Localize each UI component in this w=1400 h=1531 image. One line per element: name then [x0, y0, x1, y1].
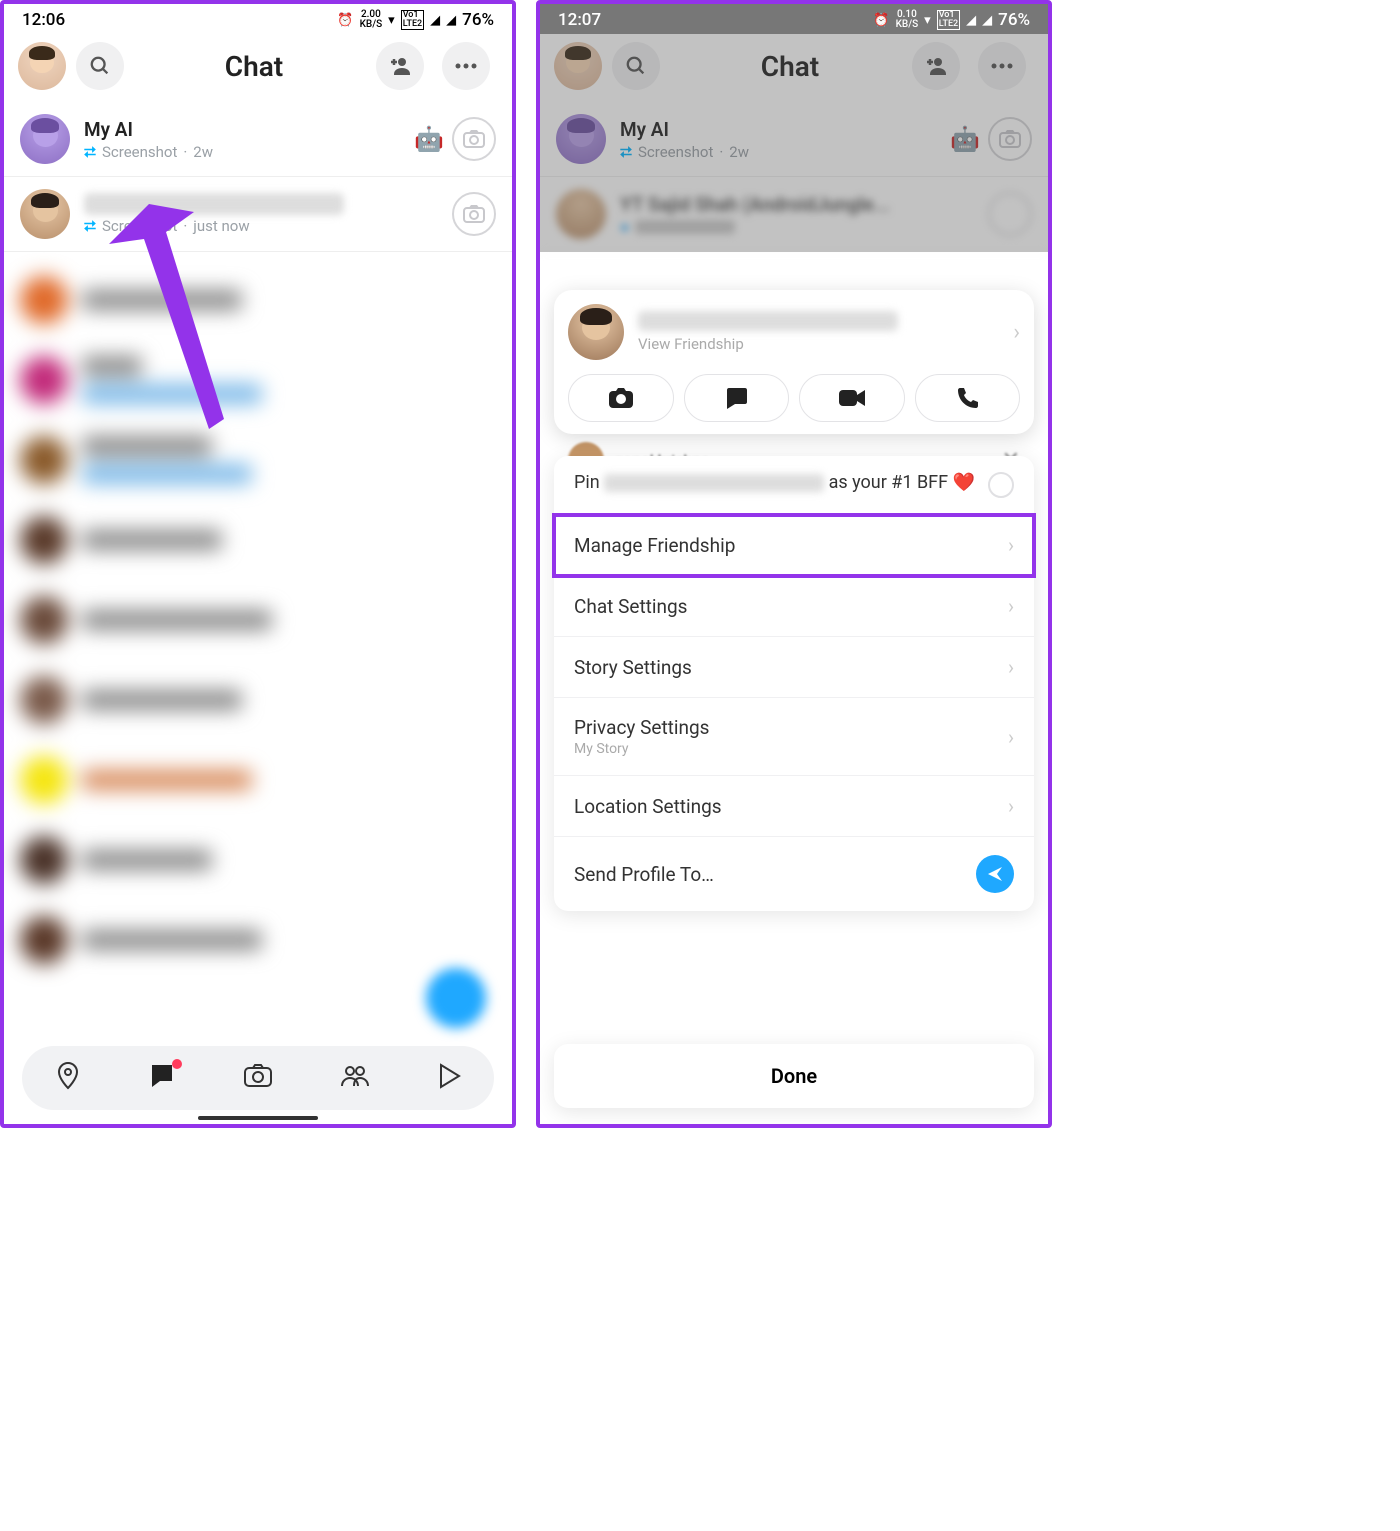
annotation-arrow — [94, 194, 254, 444]
chat-button[interactable] — [684, 374, 790, 422]
spotlight-tab[interactable] — [437, 1063, 461, 1093]
chat-header: Chat — [4, 34, 512, 102]
compose-button[interactable] — [426, 968, 486, 1028]
pin-bff-row[interactable]: Pin as your #1 BFF ❤️ — [554, 456, 1034, 515]
play-icon — [437, 1063, 461, 1089]
privacy-settings-row[interactable]: Privacy Settings My Story › — [554, 698, 1034, 776]
signal-icon-2: ◢ — [982, 13, 992, 28]
video-call-button[interactable] — [799, 374, 905, 422]
signal-icon: ◢ — [430, 13, 440, 28]
camera-icon — [462, 129, 486, 149]
chat-settings-row[interactable]: Chat Settings › — [554, 576, 1034, 637]
screenshot-icon: ⮂ — [84, 143, 96, 161]
chevron-right-icon: › — [1008, 594, 1014, 618]
status-bar: 12:06 ⏰ 2.00KB/S ▾ Vo1LTE2 ◢ ◢ 76% — [4, 4, 512, 34]
location-settings-row[interactable]: Location Settings › — [554, 776, 1034, 837]
pin-radio[interactable] — [988, 472, 1014, 498]
profile-avatar-button[interactable] — [18, 42, 66, 90]
chat-avatar — [20, 114, 70, 164]
battery-percent: 76% — [462, 10, 494, 30]
alarm-icon: ⏰ — [873, 13, 889, 28]
blurred-chat-list — [4, 252, 512, 988]
phone-icon — [955, 386, 979, 410]
data-speed: 0.10KB/S — [896, 10, 919, 30]
signal-icon: ◢ — [966, 13, 976, 28]
profile-card: View Friendship › — [554, 290, 1034, 434]
privacy-sub: My Story — [574, 741, 709, 757]
search-icon — [89, 55, 111, 77]
volte-icon: Vo1LTE2 — [401, 10, 424, 30]
view-friendship-label: View Friendship — [638, 335, 1013, 353]
right-phone: 12:07 ⏰ 0.10KB/S ▾ Vo1LTE2 ◢ ◢ 76% Chat — [536, 0, 1052, 1128]
friend-name-redacted — [638, 311, 898, 331]
battery-percent: 76% — [998, 10, 1030, 30]
bottom-nav — [22, 1046, 494, 1110]
chat-avatar — [20, 189, 70, 239]
alarm-icon: ⏰ — [337, 13, 353, 28]
video-icon — [837, 388, 867, 408]
wifi-icon: ▾ — [388, 13, 395, 28]
done-button[interactable]: Done — [554, 1044, 1034, 1108]
voice-call-button[interactable] — [915, 374, 1021, 422]
signal-icon-2: ◢ — [446, 13, 456, 28]
chat-name: My AI — [84, 118, 414, 141]
status-time: 12:06 — [22, 10, 65, 30]
search-button[interactable] — [76, 42, 124, 90]
manage-friendship-row[interactable]: Manage Friendship › — [554, 515, 1034, 576]
snap-button[interactable] — [568, 374, 674, 422]
add-friend-button[interactable] — [376, 42, 424, 90]
gesture-handle — [198, 1116, 318, 1120]
volte-icon: Vo1LTE2 — [937, 10, 960, 30]
chevron-right-icon: › — [1013, 320, 1020, 345]
camera-icon — [462, 204, 486, 224]
camera-button[interactable] — [452, 117, 496, 161]
chat-row-myai[interactable]: My AI ⮂ Screenshot · 2w 🤖 — [4, 102, 512, 177]
camera-button[interactable] — [452, 192, 496, 236]
chat-icon — [723, 386, 749, 410]
data-speed: 2.00KB/S — [360, 10, 383, 30]
send-button[interactable] — [976, 855, 1014, 893]
story-settings-row[interactable]: Story Settings › — [554, 637, 1034, 698]
camera-icon — [607, 386, 635, 410]
chevron-right-icon: › — [1008, 794, 1014, 818]
chevron-right-icon: › — [1008, 533, 1014, 557]
more-icon — [454, 62, 478, 70]
left-phone: 12:06 ⏰ 2.00KB/S ▾ Vo1LTE2 ◢ ◢ 76% Chat — [0, 0, 516, 1128]
chat-row-friend[interactable]: ⮂ Screenshot · just now — [4, 177, 512, 252]
location-pin-icon — [55, 1061, 81, 1091]
status-time: 12:07 — [558, 10, 601, 30]
view-friendship-row[interactable]: View Friendship › — [568, 304, 1020, 360]
camera-icon — [243, 1063, 273, 1089]
send-icon — [986, 865, 1004, 883]
status-bar: 12:07 ⏰ 0.10KB/S ▾ Vo1LTE2 ◢ ◢ 76% — [540, 4, 1048, 34]
friend-avatar — [568, 304, 624, 360]
modal-backdrop[interactable] — [540, 34, 1048, 252]
chat-status: ⮂ Screenshot · 2w — [84, 143, 414, 161]
page-title: Chat — [132, 50, 376, 83]
stories-tab[interactable] — [340, 1064, 370, 1092]
add-friend-icon — [388, 54, 412, 78]
people-icon — [340, 1064, 370, 1088]
send-profile-row[interactable]: Send Profile To… — [554, 837, 1034, 911]
chat-icon — [148, 1063, 176, 1089]
chevron-right-icon: › — [1008, 725, 1014, 749]
chevron-right-icon: › — [1008, 655, 1014, 679]
wifi-icon: ▾ — [924, 13, 931, 28]
action-sheet: Pin as your #1 BFF ❤️ Manage Friendship … — [554, 456, 1034, 911]
robot-emoji: 🤖 — [414, 125, 444, 153]
map-tab[interactable] — [55, 1061, 81, 1095]
status-icons: ⏰ 2.00KB/S ▾ Vo1LTE2 ◢ ◢ 76% — [337, 10, 494, 30]
chat-tab[interactable] — [148, 1063, 176, 1093]
more-button[interactable] — [442, 42, 490, 90]
friend-name-redacted — [604, 474, 824, 492]
camera-tab[interactable] — [243, 1063, 273, 1093]
